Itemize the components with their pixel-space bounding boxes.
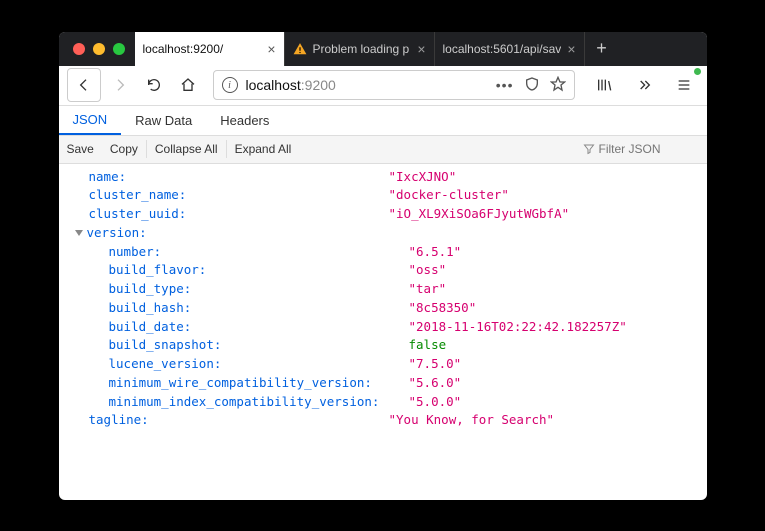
library-icon[interactable] [589,70,619,100]
json-row[interactable]: build_hash:"8c58350" [69,299,697,318]
bookmark-star-icon[interactable] [550,76,566,95]
filter-wrap [575,142,707,156]
home-button[interactable] [173,70,203,100]
chevron-down-icon[interactable] [75,230,83,236]
tab-3[interactable]: localhost:5601/api/sav × [435,32,585,66]
window-controls [67,32,135,66]
tab-2[interactable]: Problem loading p × [285,32,435,66]
close-icon[interactable]: × [567,42,575,56]
maximize-window-button[interactable] [113,43,125,55]
json-row-expandable[interactable]: version: [69,224,697,243]
json-row[interactable]: build_flavor:"oss" [69,261,697,280]
url-text: localhost:9200 [246,77,488,93]
overflow-icon[interactable] [629,70,659,100]
menu-icon[interactable] [669,70,699,100]
tab-json[interactable]: JSON [59,106,122,135]
tab-label: Problem loading p [313,42,412,56]
new-tab-button[interactable]: + [585,32,619,66]
json-row[interactable]: number:"6.5.1" [69,243,697,262]
json-row[interactable]: cluster_uuid:"iO_XL9XiSOa6FJyutWGbfA" [69,205,697,224]
close-window-button[interactable] [73,43,85,55]
filter-input[interactable] [599,142,699,156]
json-row[interactable]: cluster_name:"docker-cluster" [69,186,697,205]
json-viewer: name:"IxcXJNO" cluster_name:"docker-clus… [59,164,707,500]
collapse-all-button[interactable]: Collapse All [147,136,226,163]
close-icon[interactable]: × [417,42,425,56]
reader-shield-icon[interactable] [524,76,540,95]
json-row[interactable]: name:"IxcXJNO" [69,168,697,187]
tab-headers[interactable]: Headers [206,106,283,135]
forward-button[interactable] [105,70,135,100]
expand-all-button[interactable]: Expand All [227,136,300,163]
json-row[interactable]: tagline:"You Know, for Search" [69,411,697,430]
copy-button[interactable]: Copy [102,136,146,163]
tab-1[interactable]: localhost:9200/ × [135,32,285,66]
tab-label: localhost:9200/ [143,42,262,56]
json-row[interactable]: build_date:"2018-11-16T02:22:42.182257Z" [69,318,697,337]
reload-button[interactable] [139,70,169,100]
page-actions-icon[interactable]: ••• [496,77,514,93]
viewer-tabs: JSON Raw Data Headers [59,106,707,136]
minimize-window-button[interactable] [93,43,105,55]
close-icon[interactable]: × [267,42,275,56]
site-info-icon[interactable]: i [222,77,238,93]
tab-strip: localhost:9200/ × Problem loading p × lo… [59,32,707,66]
warning-icon [293,42,307,56]
browser-window: localhost:9200/ × Problem loading p × lo… [59,32,707,500]
json-row[interactable]: build_type:"tar" [69,280,697,299]
filter-icon [583,143,595,155]
json-row[interactable]: lucene_version:"7.5.0" [69,355,697,374]
tab-label: localhost:5601/api/sav [443,42,562,56]
nav-bar: i localhost:9200 ••• [59,66,707,106]
save-button[interactable]: Save [59,136,102,163]
tab-raw-data[interactable]: Raw Data [121,106,206,135]
json-row[interactable]: build_snapshot:false [69,336,697,355]
address-bar[interactable]: i localhost:9200 ••• [213,70,575,100]
json-row[interactable]: minimum_index_compatibility_version:"5.0… [69,393,697,412]
json-row[interactable]: minimum_wire_compatibility_version:"5.6.… [69,374,697,393]
back-button[interactable] [69,70,99,100]
json-toolbar: Save Copy Collapse All Expand All [59,136,707,164]
